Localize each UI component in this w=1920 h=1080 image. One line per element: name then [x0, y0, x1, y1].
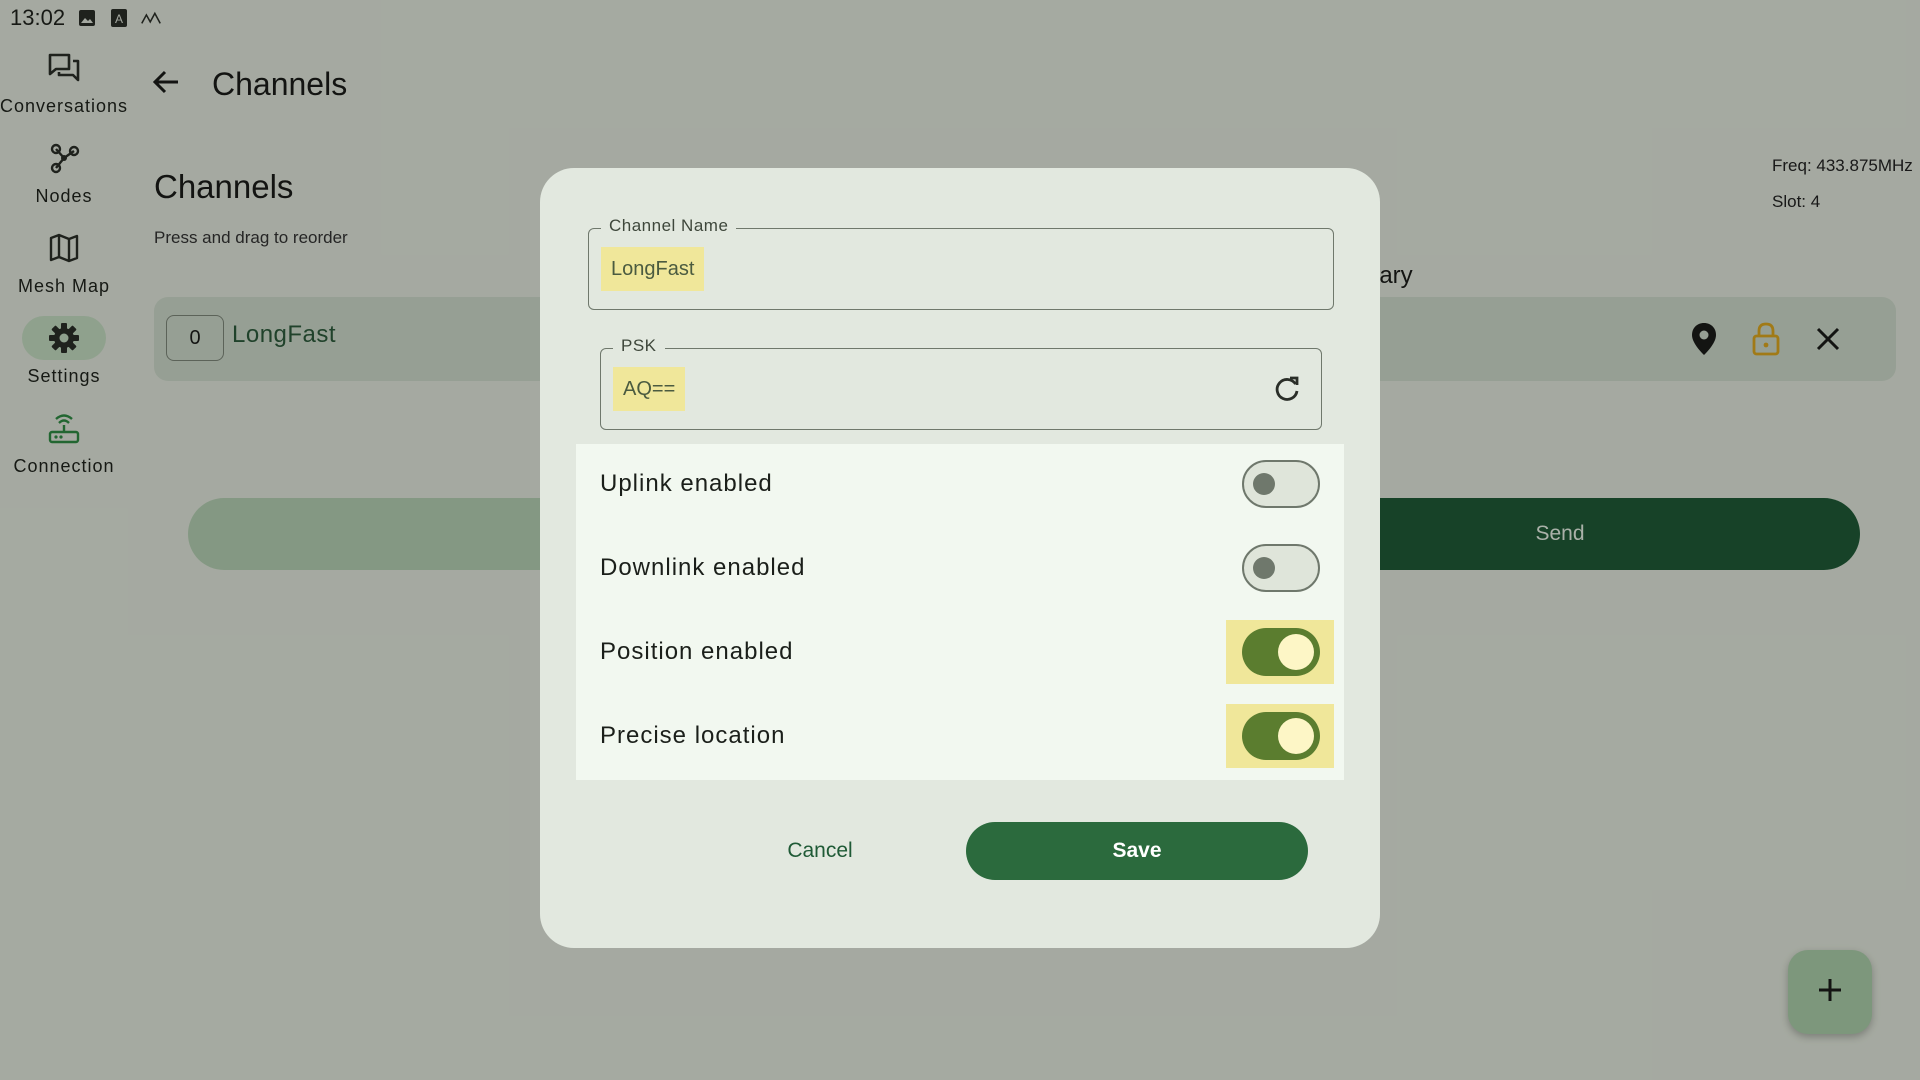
save-button[interactable]: Save	[966, 822, 1308, 880]
psk-label: PSK	[613, 336, 665, 356]
refresh-icon[interactable]	[1271, 373, 1303, 405]
channel-name-field[interactable]: Channel Name LongFast	[588, 216, 1334, 310]
psk-input[interactable]: AQ==	[613, 367, 686, 411]
toggle-label: Precise location	[600, 722, 786, 749]
toggle-label: Position enabled	[600, 638, 794, 665]
toggle-panel: Uplink enabled Downlink enabled Position…	[576, 444, 1344, 780]
uplink-switch[interactable]	[1242, 460, 1320, 508]
psk-field[interactable]: PSK AQ==	[600, 336, 1322, 430]
toggle-row-uplink[interactable]: Uplink enabled	[576, 444, 1344, 528]
switch-knob	[1278, 634, 1314, 670]
toggle-row-position[interactable]: Position enabled	[576, 612, 1344, 696]
precise-location-switch[interactable]	[1242, 712, 1320, 760]
switch-knob	[1253, 473, 1275, 495]
toggle-label: Uplink enabled	[600, 470, 773, 497]
edit-channel-dialog: Channel Name LongFast PSK AQ== Uplink en…	[540, 168, 1380, 948]
switch-knob	[1278, 718, 1314, 754]
downlink-switch[interactable]	[1242, 544, 1320, 592]
channel-name-label: Channel Name	[601, 216, 737, 236]
position-switch[interactable]	[1242, 628, 1320, 676]
toggle-label: Downlink enabled	[600, 554, 806, 581]
switch-knob	[1253, 557, 1275, 579]
cancel-button[interactable]: Cancel	[720, 822, 920, 880]
channel-name-input[interactable]: LongFast	[601, 247, 705, 291]
toggle-row-precise-location[interactable]: Precise location	[576, 696, 1344, 780]
toggle-row-downlink[interactable]: Downlink enabled	[576, 528, 1344, 612]
